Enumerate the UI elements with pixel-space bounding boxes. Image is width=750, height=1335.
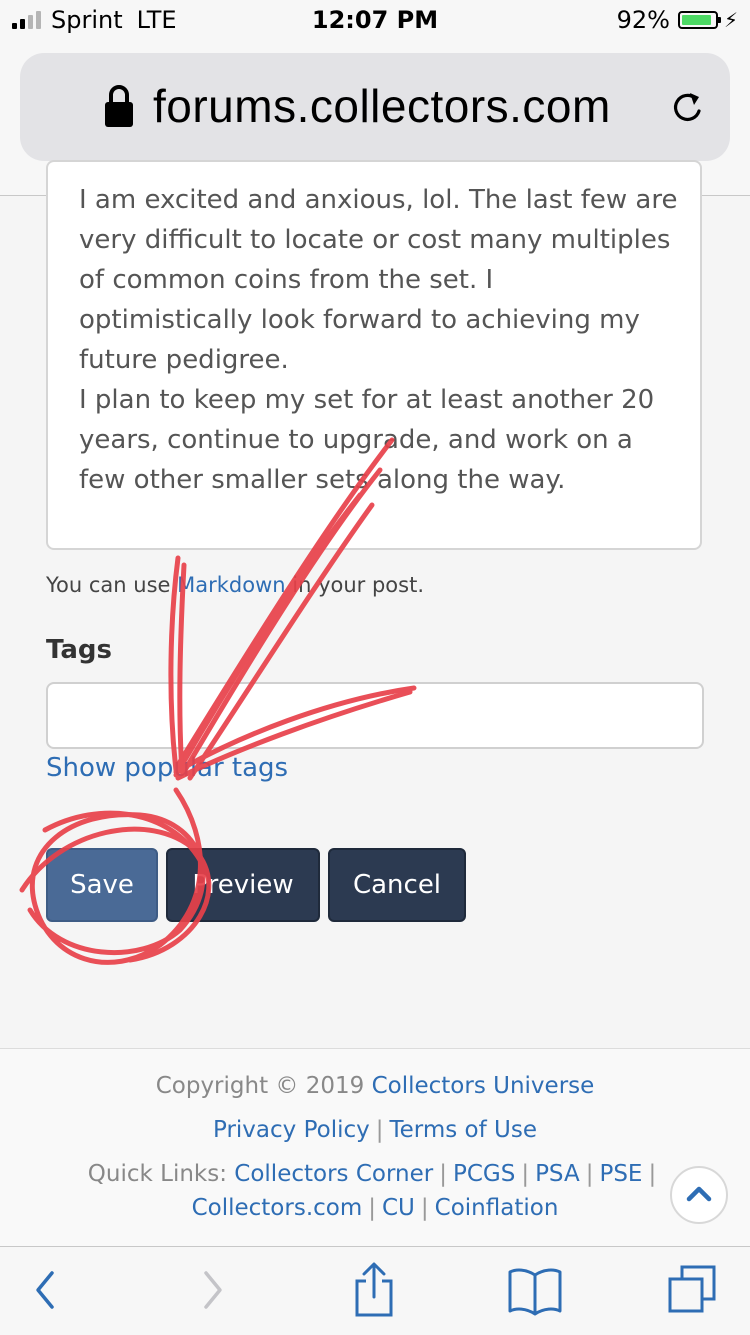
separator: | bbox=[375, 1117, 384, 1143]
status-right: 92% ⚡︎ bbox=[617, 6, 738, 34]
hint-suffix: in your post. bbox=[285, 573, 424, 597]
terms-of-use-link[interactable]: Terms of Use bbox=[390, 1117, 538, 1143]
quick-links-label: Quick Links: bbox=[87, 1161, 227, 1187]
quick-link-coinflation[interactable]: Coinflation bbox=[435, 1195, 559, 1221]
quick-link-collectors-corner[interactable]: Collectors Corner bbox=[234, 1161, 433, 1187]
privacy-policy-link[interactable]: Privacy Policy bbox=[213, 1117, 370, 1143]
hint-prefix: You can use bbox=[46, 573, 178, 597]
status-bar: Sprint LTE 12:07 PM 92% ⚡︎ bbox=[0, 0, 750, 40]
charging-icon: ⚡︎ bbox=[723, 8, 738, 32]
scroll-to-top-button[interactable] bbox=[670, 1166, 728, 1224]
save-button[interactable]: Save bbox=[46, 848, 158, 922]
cancel-button[interactable]: Cancel bbox=[328, 848, 466, 922]
tags-label: Tags bbox=[46, 635, 113, 665]
tabs-icon[interactable] bbox=[666, 1263, 720, 1317]
chevron-right-icon[interactable] bbox=[198, 1265, 228, 1315]
battery-icon bbox=[677, 11, 721, 29]
page-footer: Copyright © 2019 Collectors Universe Pri… bbox=[0, 1048, 750, 1246]
tags-input[interactable] bbox=[46, 682, 704, 749]
reload-icon[interactable] bbox=[668, 87, 708, 127]
post-body-text: I am excited and anxious, lol. The last … bbox=[79, 185, 678, 495]
quick-link-cu[interactable]: CU bbox=[382, 1195, 415, 1221]
legal-links: Privacy Policy | Terms of Use bbox=[0, 1117, 750, 1143]
post-body-textarea[interactable]: I am excited and anxious, lol. The last … bbox=[46, 160, 702, 550]
browser-bottom-toolbar bbox=[0, 1246, 750, 1335]
battery-percent: 92% bbox=[616, 6, 670, 34]
chevron-up-icon bbox=[686, 1186, 712, 1202]
markdown-link[interactable]: Markdown bbox=[177, 573, 285, 597]
quick-link-collectors-com[interactable]: Collectors.com bbox=[192, 1195, 363, 1221]
quick-link-pcgs[interactable]: PCGS bbox=[453, 1161, 515, 1187]
url-text[interactable]: forums.collectors.com bbox=[153, 79, 611, 133]
copyright-text: Copyright © 2019 bbox=[155, 1073, 365, 1099]
quick-link-psa[interactable]: PSA bbox=[535, 1161, 580, 1187]
quick-links-row-2: Collectors.com | CU | Coinflation bbox=[0, 1195, 750, 1221]
separator: | bbox=[585, 1161, 594, 1187]
lock-icon bbox=[105, 85, 133, 127]
separator: | bbox=[521, 1161, 530, 1187]
show-popular-tags-link[interactable]: Show popular tags bbox=[46, 753, 288, 783]
share-icon[interactable] bbox=[352, 1261, 396, 1319]
separator: | bbox=[648, 1161, 657, 1187]
chevron-left-icon[interactable] bbox=[30, 1265, 60, 1315]
collectors-universe-link[interactable]: Collectors Universe bbox=[372, 1073, 595, 1099]
separator: | bbox=[368, 1195, 376, 1221]
separator: | bbox=[439, 1161, 447, 1187]
separator: | bbox=[420, 1195, 429, 1221]
address-bar[interactable]: forums.collectors.com bbox=[20, 53, 730, 161]
quick-links-row-1: Quick Links: Collectors Corner | PCGS | PSA |… bbox=[0, 1161, 750, 1187]
copyright-line: Copyright © 2019 Collectors Universe bbox=[0, 1073, 750, 1099]
markdown-hint: You can use Markdown in your post. bbox=[46, 573, 424, 597]
book-icon[interactable] bbox=[506, 1267, 564, 1317]
preview-button[interactable]: Preview bbox=[166, 848, 320, 922]
quick-link-pse[interactable]: PSE bbox=[599, 1161, 642, 1187]
